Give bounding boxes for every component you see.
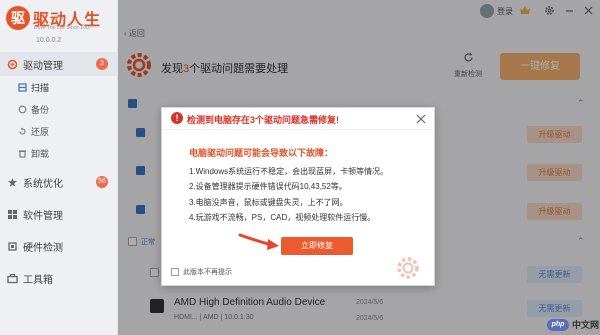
sidebar-item-label: 硬件检测 bbox=[23, 242, 63, 254]
sidebar-item-label: 系统优化 bbox=[23, 178, 63, 190]
software-icon bbox=[7, 209, 18, 220]
dialog-header: ! 检测到电脑存在3个驱动问题急需修复! bbox=[162, 108, 434, 130]
reason-item: 2.设备管理器提示硬件错误代码10,43,52等。 bbox=[189, 182, 347, 191]
app-logo: 驱 bbox=[6, 6, 30, 30]
sidebar-item-label: 软件管理 bbox=[23, 210, 63, 222]
sidebar-subitem-scan[interactable]: 扫描 bbox=[0, 76, 118, 98]
sidebar-item-driver-management[interactable]: 驱动管理 3 bbox=[0, 52, 118, 76]
sidebar-subitem-label: 还原 bbox=[31, 126, 50, 137]
dialog-title: 检测到电脑存在3个驱动问题急需修复! bbox=[187, 115, 340, 125]
reason-title: 电脑驱动问题可能会导致以下故障： bbox=[189, 148, 334, 158]
toolbox-icon bbox=[7, 273, 18, 284]
sidebar-subitem-label: 备份 bbox=[31, 104, 50, 115]
scan-icon bbox=[18, 82, 27, 92]
pointer-arrow-icon bbox=[238, 232, 280, 252]
sidebar-item-toolbox[interactable]: 工具箱 bbox=[0, 266, 118, 290]
sidebar-item-hardware-check[interactable]: 硬件检测 bbox=[0, 234, 118, 258]
sidebar-subitem-uninstall[interactable]: 卸载 bbox=[0, 142, 118, 164]
dont-show-again-checkbox[interactable] bbox=[171, 268, 179, 276]
sidebar-item-label: 驱动管理 bbox=[23, 60, 63, 72]
sidebar-nav: 驱动管理 3 扫描 备份 还原 卸载 系统优化 56 软件管理 硬件检测 工具箱 bbox=[0, 52, 118, 290]
sidebar-subitem-backup[interactable]: 备份 bbox=[0, 98, 118, 120]
watermark-logo: php bbox=[547, 318, 569, 331]
restore-icon bbox=[18, 127, 27, 136]
fix-now-button[interactable]: 立即修复 bbox=[281, 237, 353, 255]
dont-show-again-label: 此版本不再提示 bbox=[183, 269, 232, 276]
sidebar-item-software-management[interactable]: 软件管理 bbox=[0, 202, 118, 226]
site-watermark: php 中文网 bbox=[547, 318, 599, 331]
reason-item: 4.玩游戏不流畅，PS，CAD，视频处理软件运行慢。 bbox=[189, 213, 376, 222]
sidebar-subitem-restore[interactable]: 还原 bbox=[0, 120, 118, 142]
sidebar-badge: 56 bbox=[96, 176, 108, 188]
driver-problem-dialog: ! 检测到电脑存在3个驱动问题急需修复! 电脑驱动问题可能会导致以下故障： 1.… bbox=[161, 107, 435, 286]
reason-item: 3.电脑没声音，鼠标或键盘失灵，上不了网。 bbox=[189, 198, 348, 207]
reason-item: 1.Windows系统运行不稳定，会出现蓝屏，卡顿等情况。 bbox=[189, 167, 389, 176]
backup-icon bbox=[18, 105, 27, 114]
sidebar-subitem-label: 扫描 bbox=[31, 82, 50, 93]
hardware-icon bbox=[7, 241, 18, 252]
app-slogan: Drive The Life Since 2007 bbox=[34, 25, 92, 31]
gear-icon bbox=[394, 254, 422, 282]
app-version: 10.0.0.2 bbox=[36, 37, 62, 44]
sidebar-subitem-label: 卸载 bbox=[31, 148, 50, 159]
optimize-icon bbox=[7, 177, 18, 188]
sidebar-item-system-optimize[interactable]: 系统优化 56 bbox=[0, 170, 118, 194]
dont-show-again-option[interactable]: 此版本不再提示 bbox=[171, 267, 232, 277]
sidebar: 驱 驱动人生 Drive The Life Since 2007 10.0.0.… bbox=[0, 0, 118, 335]
driver-icon bbox=[7, 59, 18, 70]
close-icon[interactable] bbox=[415, 113, 427, 125]
watermark-text: 中文网 bbox=[572, 320, 600, 330]
sidebar-badge: 3 bbox=[96, 58, 108, 70]
sidebar-item-label: 工具箱 bbox=[23, 274, 53, 286]
warning-icon: ! bbox=[171, 112, 183, 124]
uninstall-icon bbox=[18, 149, 27, 158]
